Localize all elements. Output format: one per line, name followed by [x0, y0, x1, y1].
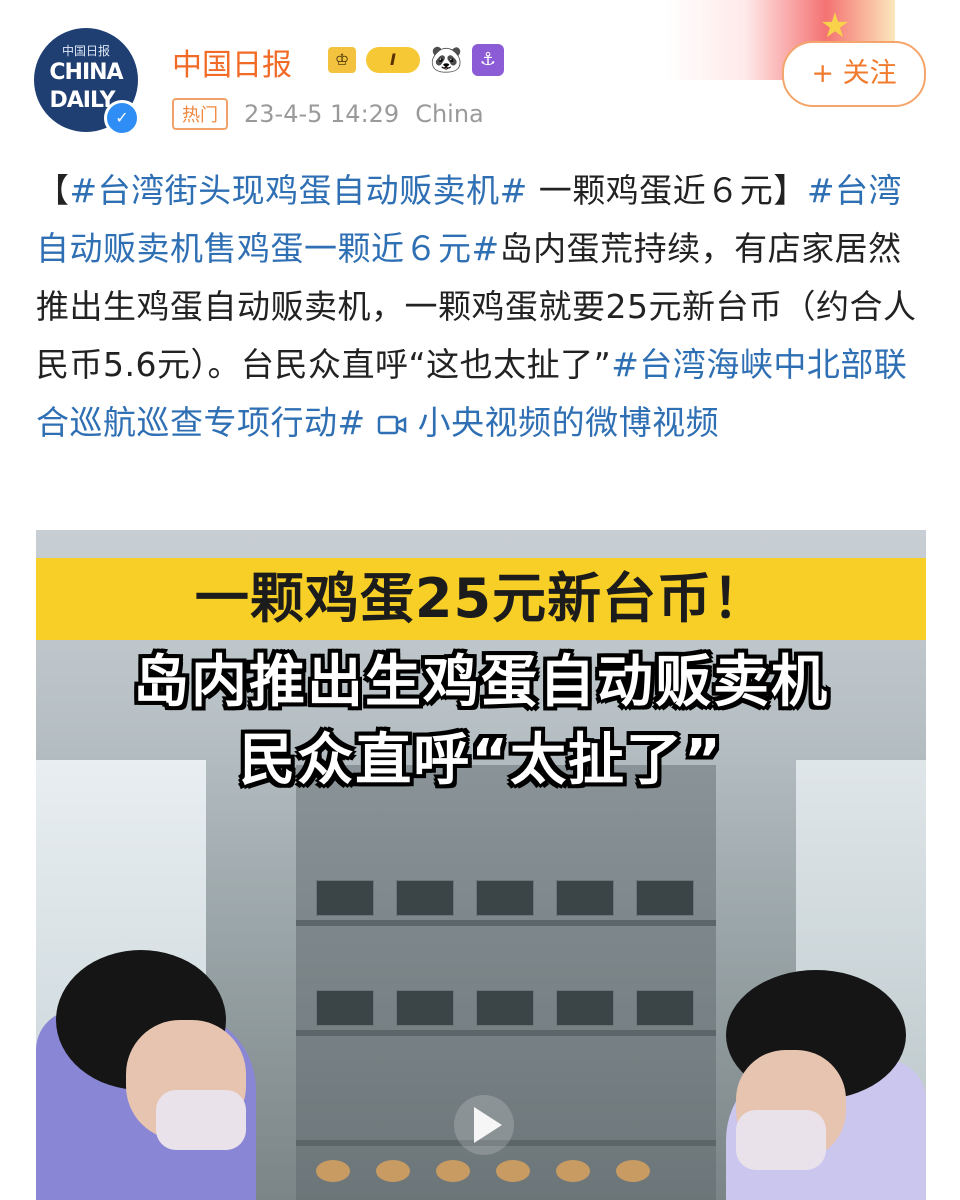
- play-icon[interactable]: [454, 1095, 514, 1155]
- post-location: China: [415, 100, 484, 128]
- video-subtitle-2: 民众直呼“太扯了”: [239, 728, 723, 793]
- video-player[interactable]: 一颗鸡蛋25元新台币！ 岛内推出生鸡蛋自动贩卖机 民众直呼“太扯了”: [36, 530, 926, 1200]
- shield-icon[interactable]: ⚓: [472, 44, 504, 76]
- panda-icon[interactable]: 🐼: [430, 44, 462, 76]
- egg: [436, 1160, 470, 1182]
- star-icon: ★: [819, 6, 851, 46]
- headline-text: 一颗鸡蛋近６元: [527, 171, 774, 210]
- hot-badge: 热门: [172, 98, 228, 130]
- egg: [556, 1160, 590, 1182]
- video-banner-text: 一颗鸡蛋25元新台币！: [194, 567, 768, 630]
- machine-slot: [636, 880, 694, 916]
- machine-shelf: [296, 920, 716, 926]
- bracket-close: 】: [773, 171, 807, 210]
- egg: [496, 1160, 530, 1182]
- video-banner: 一颗鸡蛋25元新台币！: [36, 558, 926, 640]
- video-icon[interactable]: [377, 403, 418, 442]
- egg: [316, 1160, 350, 1182]
- machine-slot: [556, 990, 614, 1026]
- username[interactable]: 中国日报: [172, 40, 292, 84]
- avatar-chinese-text: 中国日报: [61, 44, 110, 58]
- machine-shelf: [296, 1030, 716, 1036]
- machine-slot: [396, 880, 454, 916]
- post-time: 23-4-5 14:29: [244, 100, 400, 128]
- post-meta: 热门 23-4-5 14:29 China: [172, 98, 484, 130]
- post-text: 【#台湾街头现鸡蛋自动贩卖机# 一颗鸡蛋近６元】#台湾自动贩卖机售鸡蛋一颗近６元…: [36, 162, 926, 452]
- machine-slot: [476, 880, 534, 916]
- egg: [616, 1160, 650, 1182]
- bracket-open: 【: [36, 171, 70, 210]
- machine-slot: [396, 990, 454, 1026]
- video-source-link[interactable]: 小央视频的微博视频: [418, 403, 720, 442]
- machine-slot: [476, 990, 534, 1026]
- user-badges: ♔ I 🐼 ⚓: [328, 44, 504, 76]
- avatar-logo-line-1: CHINA: [49, 60, 123, 85]
- machine-slot: [316, 880, 374, 916]
- machine-slot: [556, 880, 614, 916]
- video-subtitle-1: 岛内推出生鸡蛋自动贩卖机: [133, 650, 829, 715]
- level-badge[interactable]: I: [366, 47, 420, 73]
- post-header: 中国日报 CHINA DAILY ✓ 中国日报 ♔ I 🐼 ⚓ 热门 23-4-…: [0, 0, 960, 150]
- crown-icon[interactable]: ♔: [328, 47, 356, 73]
- hashtag-1[interactable]: #台湾街头现鸡蛋自动贩卖机#: [70, 171, 528, 210]
- follow-button[interactable]: + 关注: [782, 41, 926, 107]
- person-right-mask: [736, 1110, 826, 1170]
- machine-slot: [316, 990, 374, 1026]
- machine-slot: [636, 990, 694, 1026]
- verified-icon: ✓: [104, 100, 140, 136]
- person-left-mask: [156, 1090, 246, 1150]
- egg: [376, 1160, 410, 1182]
